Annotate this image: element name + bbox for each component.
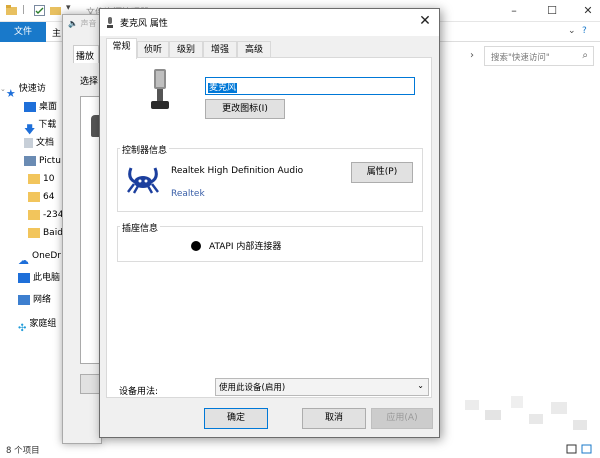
- nav-label: 此电脑: [33, 273, 61, 283]
- nav-label: 64: [43, 192, 55, 202]
- cloud-icon: ☁: [18, 253, 29, 267]
- tab-levels[interactable]: 级别: [169, 41, 203, 58]
- close-icon[interactable]: ✕: [417, 13, 433, 29]
- folder-icon: [28, 173, 40, 184]
- nav-item-desktop[interactable]: 桌面: [24, 97, 62, 117]
- picture-icon: [24, 155, 36, 166]
- nav-label: -234: [43, 210, 62, 220]
- search-placeholder: 搜索"快速访问": [491, 53, 550, 63]
- tab-advanced[interactable]: 高级: [237, 41, 271, 58]
- view-toggle-icon[interactable]: [565, 443, 595, 455]
- nav-label: 文档: [36, 138, 55, 148]
- desktop-icon: [24, 101, 36, 112]
- controller-name: Realtek High Definition Audio: [171, 166, 304, 176]
- nav-label: Baidu: [43, 228, 62, 238]
- file-tab[interactable]: 文件: [0, 22, 46, 42]
- general-panel: 麦克风 更改图标(I) 控制器信息 Realtek High Definitio…: [106, 57, 432, 398]
- controller-properties-button[interactable]: 属性(P): [351, 162, 413, 183]
- search-icon: ⌕: [582, 50, 588, 61]
- nav-label: Pictu: [39, 156, 61, 166]
- search-input[interactable]: 搜索"快速访问" ⌕: [484, 46, 594, 66]
- nav-item-baidu[interactable]: Baidu: [28, 223, 62, 243]
- tab-listen[interactable]: 侦听: [137, 41, 169, 58]
- microphone-icon: [151, 69, 169, 109]
- nav-label: 网络: [33, 295, 52, 305]
- star-icon: ★: [5, 86, 16, 100]
- nav-label: OneDr: [32, 251, 61, 261]
- folder-icon: [28, 191, 40, 202]
- tab-general[interactable]: 常规: [106, 38, 137, 59]
- homegroup-icon: ✣: [18, 322, 27, 334]
- help-icon[interactable]: ?: [582, 26, 587, 36]
- properties-check-icon[interactable]: [34, 5, 45, 16]
- item-count: 8 个项目: [6, 446, 40, 456]
- nav-label: 桌面: [39, 102, 58, 112]
- device-name-input[interactable]: 麦克风: [205, 77, 415, 95]
- new-folder-icon[interactable]: [50, 5, 61, 16]
- maximize-icon[interactable]: ☐: [545, 4, 559, 17]
- app-folder-icon: [6, 5, 17, 15]
- nav-label: 家庭组: [29, 319, 57, 329]
- computer-icon: [18, 272, 30, 283]
- nav-label: 10: [43, 174, 55, 184]
- nav-label: 快速访: [18, 84, 46, 94]
- minimize-icon[interactable]: –: [507, 4, 521, 17]
- sound-dialog-title: 🔈 声音: [68, 18, 97, 29]
- navigation-pane: ⌄★快速访 桌面 🡇下载 文档 Pictu 10 64 -234 Baidu ☁…: [0, 70, 62, 442]
- nav-item-folder-10[interactable]: 10: [28, 169, 62, 189]
- ok-button[interactable]: 确定: [204, 408, 268, 429]
- device-usage-value: 使用此设备(启用): [219, 383, 286, 393]
- window-close-icon[interactable]: ✕: [581, 4, 595, 17]
- device-name-value: 麦克风: [208, 83, 238, 93]
- realtek-crab-icon: [127, 167, 159, 194]
- nav-item-documents[interactable]: 文档: [24, 133, 62, 153]
- nav-item-homegroup[interactable]: ✣ 家庭组: [18, 314, 62, 334]
- folder-icon: [28, 209, 40, 220]
- watermark-mosaic: [455, 390, 595, 440]
- folder-icon: [28, 227, 40, 238]
- tab-playback[interactable]: 播放: [73, 45, 99, 63]
- nav-item-network[interactable]: 网络: [18, 290, 62, 310]
- sound-select-label: 选择: [80, 77, 99, 87]
- separator-icon: |: [22, 5, 26, 15]
- home-tab[interactable]: 主: [52, 26, 61, 39]
- change-icon-button[interactable]: 更改图标(I): [205, 99, 285, 119]
- cancel-button[interactable]: 取消: [302, 408, 366, 429]
- refresh-icon[interactable]: ›: [470, 50, 474, 61]
- nav-item-folder-64[interactable]: 64: [28, 187, 62, 207]
- props-titlebar: 麦克风 属性 ✕: [100, 9, 439, 36]
- download-icon: 🡇: [24, 122, 36, 136]
- microphone-properties-dialog: 麦克风 属性 ✕ 常规 侦听 级别 增强 高级 麦克风 更改图标(I) 控制器信…: [99, 8, 440, 438]
- device-usage-select[interactable]: 使用此设备(启用) ⌄: [215, 378, 429, 396]
- nav-item-downloads[interactable]: 🡇 下载: [24, 115, 62, 136]
- chevron-down-icon[interactable]: ▾: [66, 3, 71, 13]
- jack-info-text: ATAPI 内部连接器: [209, 242, 282, 252]
- ribbon-expand-icon[interactable]: ⌄: [568, 26, 576, 36]
- microphone-small-icon: [107, 17, 113, 28]
- nav-item-onedrive[interactable]: ☁ OneDr: [18, 246, 62, 267]
- nav-item-pictures[interactable]: Pictu: [24, 151, 62, 171]
- tab-enhancements[interactable]: 增强: [203, 41, 237, 58]
- controller-vendor-link[interactable]: Realtek: [171, 189, 205, 199]
- controller-group-title: 控制器信息: [120, 143, 170, 156]
- network-icon: [18, 294, 30, 305]
- nav-item-folder-234[interactable]: -234: [28, 205, 62, 225]
- status-bar: 8 个项目: [0, 442, 600, 458]
- document-icon: [24, 137, 33, 148]
- apply-button[interactable]: 应用(A): [371, 408, 433, 429]
- jack-color-icon: [191, 241, 201, 251]
- chevron-down-icon: ⌄: [417, 381, 424, 390]
- nav-item-quick-access[interactable]: ⌄★ 快速访: [0, 79, 62, 100]
- device-usage-label: 设备用法:: [119, 387, 159, 397]
- nav-label: 下载: [38, 120, 57, 130]
- speaker-icon: 🔈: [68, 19, 78, 28]
- nav-item-this-pc[interactable]: 此电脑: [18, 268, 62, 288]
- sound-title-text: 声音: [80, 19, 97, 28]
- props-title: 麦克风 属性: [120, 19, 168, 29]
- jack-group-title: 插座信息: [120, 221, 161, 234]
